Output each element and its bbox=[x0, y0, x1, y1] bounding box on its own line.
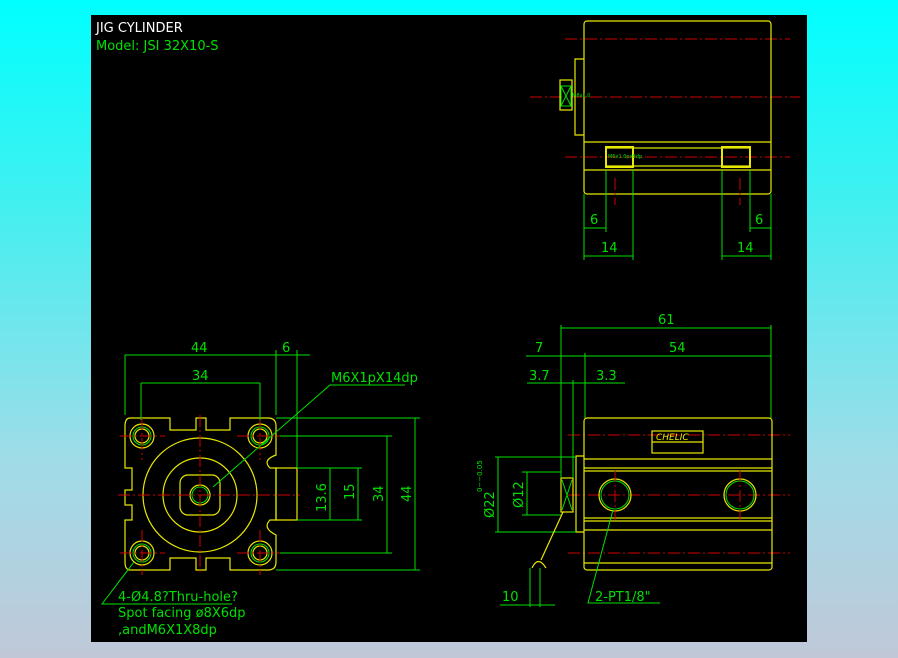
hole-note-line-1: 4-Ø4.8?Thru-hole? bbox=[118, 590, 238, 605]
rod-thread-note: M8x1.0 bbox=[572, 93, 590, 99]
brand-label: CHELIC bbox=[656, 433, 689, 443]
dim-pitch-34: 34 bbox=[192, 369, 209, 384]
thread-note: M6X1pX14dp bbox=[331, 371, 418, 386]
dim-boss-22: Ø22 bbox=[483, 491, 498, 518]
dim-rod-12: Ø12 bbox=[512, 481, 527, 508]
dim-15: 15 bbox=[343, 483, 358, 500]
dim-14-left: 14 bbox=[601, 241, 618, 256]
dim-step-6: 6 bbox=[282, 341, 290, 356]
hole-note-line-2: Spot facing ø8X6dp bbox=[118, 606, 246, 621]
front-view: 44 6 34 13.6 15 34 44 M6X1pX14dp 4-Ø4.8?… bbox=[100, 341, 420, 638]
dim-3-7: 3.7 bbox=[529, 369, 550, 384]
hole-note-line-3: ,andM6X1X8dp bbox=[118, 623, 217, 638]
port-note: 2-PT1/8" bbox=[595, 590, 651, 605]
drawing-title: JIG CYLINDER bbox=[95, 21, 183, 36]
dim-total-61: 61 bbox=[658, 313, 675, 328]
dim-14-right: 14 bbox=[737, 241, 754, 256]
dim-wrench-10: 10 bbox=[502, 590, 519, 605]
top-view: M8x1.0 M6x1.0px8dp. 6 6 14 14 bbox=[530, 20, 800, 260]
cad-drawing: JIG CYLINDER Model: JSI 32X10-S M8x1.0 M… bbox=[95, 20, 800, 638]
dim-34-vertical: 34 bbox=[372, 485, 387, 502]
mount-thread-note: M6x1.0px8dp. bbox=[608, 154, 644, 160]
dim-width-44: 44 bbox=[191, 341, 208, 356]
dim-6-left: 6 bbox=[590, 213, 598, 228]
dim-3-3: 3.3 bbox=[596, 369, 617, 384]
dim-body-54: 54 bbox=[669, 341, 686, 356]
side-view: CHELIC 61 7 54 3.7 3.3 Ø22 0−−0.05 Ø12 1… bbox=[476, 313, 790, 607]
dim-rod-7: 7 bbox=[535, 341, 543, 356]
dim-boss-tolerance: 0−−0.05 bbox=[476, 460, 484, 492]
dim-13-6: 13.6 bbox=[315, 483, 330, 512]
wrench-icon bbox=[540, 511, 564, 561]
dim-44-vertical: 44 bbox=[400, 485, 415, 502]
dim-6-right: 6 bbox=[755, 213, 763, 228]
model-label: Model: JSI 32X10-S bbox=[96, 39, 219, 54]
